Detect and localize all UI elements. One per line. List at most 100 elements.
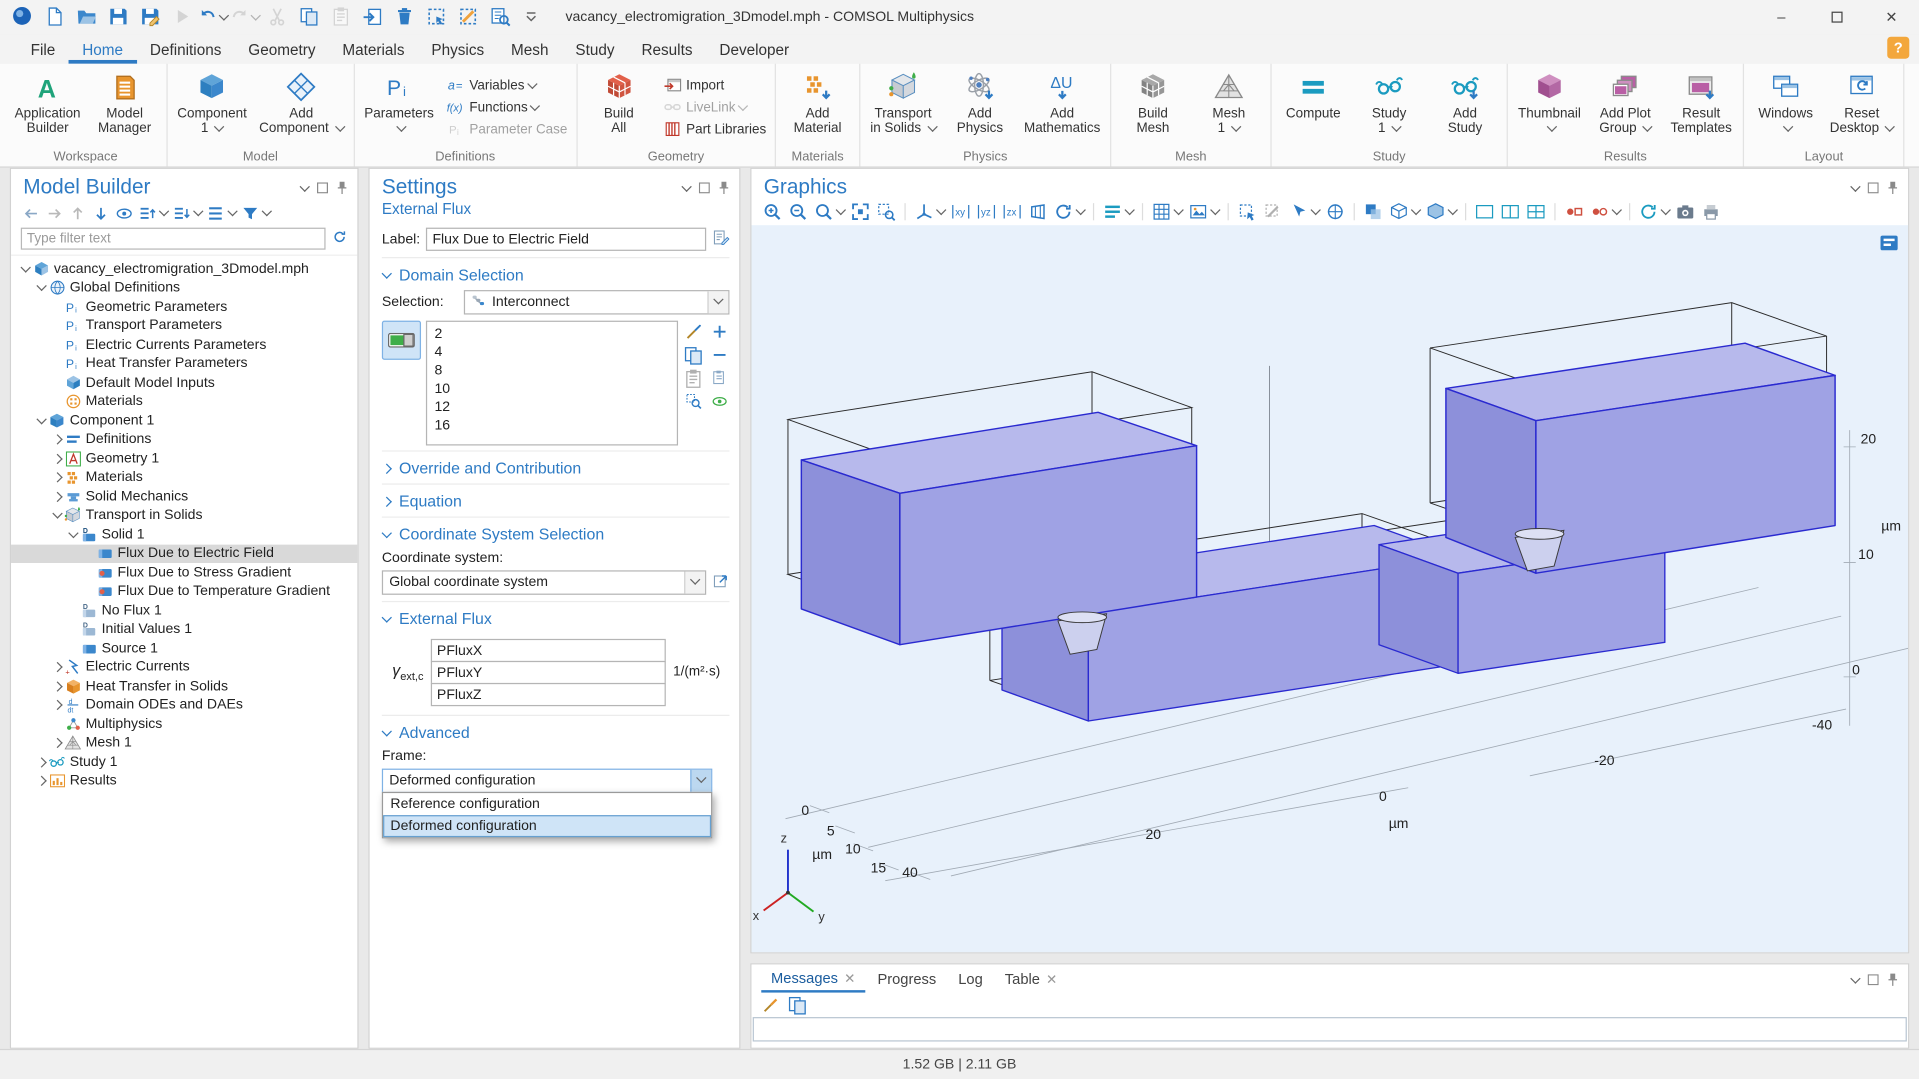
tree-node[interactable]: Heat Transfer in Solids [11, 677, 357, 696]
print-button[interactable] [1700, 202, 1722, 222]
section-external-flux[interactable]: External Flux [382, 601, 730, 634]
clear-selection-button[interactable] [453, 3, 482, 30]
paste-icon[interactable] [682, 368, 705, 388]
tree-node[interactable]: vacancy_electromigration_3Dmodel.mph [11, 259, 357, 278]
paste-button[interactable] [326, 3, 355, 30]
ribbon-tab-results[interactable]: Results [628, 38, 706, 64]
mesh1-button[interactable]: Mesh1 [1191, 66, 1267, 148]
find-button[interactable] [485, 3, 514, 30]
build-mesh-button[interactable]: BuildMesh [1115, 66, 1191, 148]
add-icon[interactable] [709, 322, 729, 342]
tree-node[interactable]: ddtDomain ODEs and DAEs [11, 696, 357, 715]
scene-settings-button[interactable] [1102, 202, 1135, 222]
tree-node[interactable]: DInitial Values 1 [11, 620, 357, 639]
copy-button[interactable] [294, 3, 323, 30]
ribbon-tab-study[interactable]: Study [562, 38, 628, 64]
collapse-list-button[interactable] [171, 203, 203, 223]
result-templates-button[interactable]: ResultTemplates [1663, 66, 1739, 148]
run-button[interactable] [166, 3, 195, 30]
flux-component-input[interactable] [431, 661, 666, 684]
expand-list-button[interactable] [137, 203, 169, 223]
rotate-view-button[interactable] [1053, 202, 1086, 222]
duplicate-button[interactable] [357, 3, 386, 30]
window-split-button[interactable] [1499, 202, 1521, 222]
zoom-out-button[interactable] [787, 202, 809, 222]
window-single-button[interactable] [1474, 202, 1496, 222]
section-domain-selection[interactable]: Domain Selection [382, 257, 730, 290]
remove-icon[interactable] [709, 345, 729, 365]
tree-filter-input[interactable] [21, 228, 326, 250]
domain-list-item[interactable]: 16 [427, 416, 677, 434]
nav-back-button[interactable] [21, 203, 42, 223]
graphics-scene[interactable]: 20µm100-40-200510µm1540200µm zxy [751, 225, 1908, 952]
filter-button[interactable] [240, 203, 272, 223]
messages-tab-progress[interactable]: Progress [868, 968, 946, 991]
qat-chevron-button[interactable] [516, 5, 545, 32]
wireframe-button[interactable] [1388, 202, 1421, 222]
study1-button[interactable]: Study1 [1351, 66, 1427, 148]
active-toggle-button[interactable] [382, 321, 421, 360]
functions-button[interactable]: f(x)Functions [445, 96, 568, 118]
nav-forward-button[interactable] [44, 203, 65, 223]
go-to-default-view-button[interactable] [913, 202, 946, 222]
tree-node[interactable]: Component 1 [11, 411, 357, 430]
show-button[interactable] [114, 203, 135, 223]
selection-color2-button[interactable] [1589, 202, 1622, 222]
variables-button[interactable]: a=Variables [445, 74, 568, 96]
node-order-button[interactable] [206, 203, 238, 223]
window-quad-button[interactable] [1525, 202, 1547, 222]
add-study-button[interactable]: AddStudy [1427, 66, 1503, 148]
ribbon-tab-developer[interactable]: Developer [706, 38, 803, 64]
refresh-icon[interactable] [332, 229, 348, 249]
copy-icon[interactable] [682, 345, 705, 365]
minimize-button[interactable]: – [1754, 0, 1809, 34]
ribbon-tab-definitions[interactable]: Definitions [136, 38, 234, 64]
go-to-source-icon[interactable] [712, 572, 729, 593]
parameter-case-button[interactable]: PiParameter Case [445, 118, 568, 140]
domain-list-item[interactable]: 2 [427, 324, 677, 342]
panel-menu-icon[interactable] [1848, 179, 1859, 196]
clear-messages-icon[interactable] [761, 995, 781, 1015]
reset-desktop-button[interactable]: ResetDesktop [1824, 66, 1900, 148]
section-override[interactable]: Override and Contribution [382, 450, 730, 483]
move-down-button[interactable] [91, 203, 112, 223]
flux-component-input[interactable] [431, 683, 666, 706]
zoom-in-button[interactable] [761, 202, 783, 222]
application-builder-button[interactable]: AApplicationBuilder [9, 66, 87, 148]
animate-button[interactable] [1638, 202, 1671, 222]
paste-selection-icon[interactable] [709, 368, 729, 388]
wand-icon[interactable] [684, 322, 704, 342]
flux-component-input[interactable] [431, 639, 666, 662]
pin-panel-icon[interactable] [1887, 181, 1898, 194]
zoom-extents-button[interactable] [849, 202, 871, 222]
panel-menu-icon[interactable] [1850, 973, 1860, 983]
section-advanced[interactable]: Advanced [382, 715, 730, 748]
view-yz-button[interactable]: yz [975, 202, 997, 222]
snapshot-button[interactable] [1674, 202, 1696, 222]
comsol-logo-button[interactable] [7, 2, 36, 29]
graphics-context-icon[interactable] [1880, 235, 1898, 255]
tree-node[interactable]: DNo Flux 1 [11, 601, 357, 620]
render-options-button[interactable] [1425, 202, 1458, 222]
help-button[interactable]: ? [1887, 37, 1909, 59]
ribbon-tab-physics[interactable]: Physics [418, 38, 498, 64]
panel-menu-icon[interactable] [679, 179, 690, 196]
selection-combo-arrow[interactable] [707, 291, 728, 313]
add-material-button[interactable]: AddMaterial [780, 66, 856, 148]
domain-list-item[interactable]: 12 [427, 398, 677, 416]
parameters-button[interactable]: PiParameters [358, 66, 440, 148]
ribbon-tab-home[interactable]: Home [69, 38, 137, 64]
add-physics-button[interactable]: AddPhysics [942, 66, 1018, 148]
transport-in-solids-button[interactable]: Transportin Solids [864, 66, 942, 148]
attach-view-button[interactable] [1324, 202, 1346, 222]
tree-node[interactable]: Transport in Solids [11, 506, 357, 525]
frame-option[interactable]: Deformed configuration [383, 815, 711, 837]
domain-selection-list[interactable]: 248101216 [426, 321, 678, 446]
zoom-selected-button[interactable] [875, 202, 897, 222]
part-libraries-button[interactable]: Part Libraries [662, 118, 767, 140]
tree-node[interactable]: Flux Due to Stress Gradient [11, 563, 357, 582]
messages-tab-messages[interactable]: Messages✕ [761, 967, 865, 993]
transparency-button[interactable] [1362, 202, 1384, 222]
coordinate-system-combo[interactable]: Global coordinate system [382, 570, 706, 594]
tree-node[interactable]: PiHeat Transfer Parameters [11, 354, 357, 373]
